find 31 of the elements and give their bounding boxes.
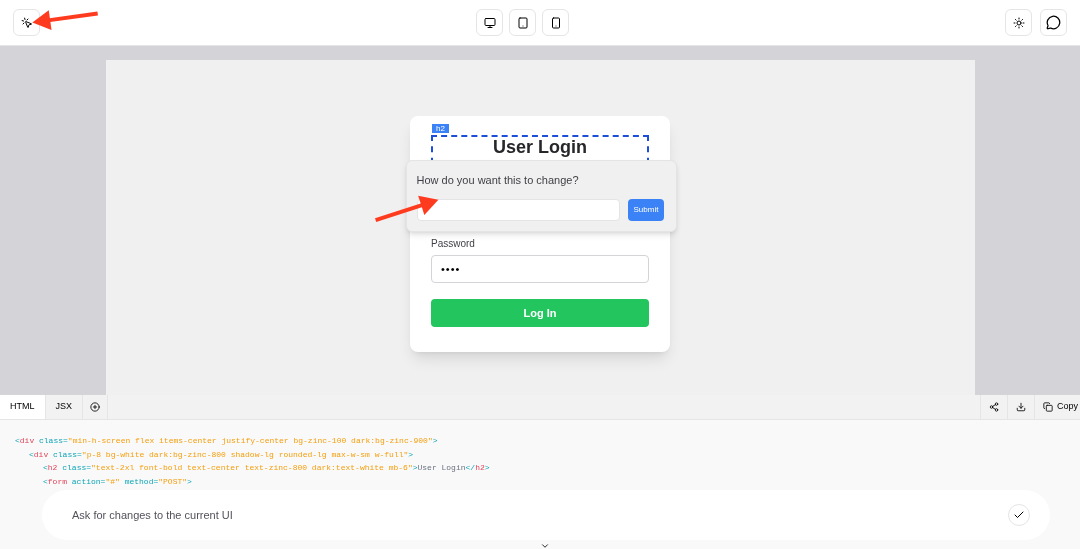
code-tab[interactable]: HTML — [0, 395, 46, 419]
password-field[interactable]: •••• — [431, 255, 649, 283]
chat-button[interactable] — [1040, 9, 1067, 36]
tablet-icon — [516, 16, 529, 29]
check-icon — [1013, 509, 1025, 521]
share-icon — [989, 402, 999, 412]
cursor-click-icon — [20, 16, 33, 29]
chat-input-field[interactable]: Ask for changes to the current UI — [42, 490, 1050, 540]
submit-button[interactable]: Submit — [627, 198, 665, 221]
element-tag-label: h2 — [432, 124, 449, 133]
add-icon — [90, 402, 100, 412]
sun-icon — [1012, 16, 1025, 29]
chat-bubble-icon — [1046, 15, 1061, 30]
code-line: <div class="min-h-screen flex items-center justify-center bg-zinc-100 dark:bg-zinc-900"> — [15, 435, 438, 447]
copy-icon — [1043, 402, 1053, 412]
code-line: <div class="p-8 bg-white dark:bg-zinc-800 shadow-lg rounded-lg max-w-sm w-full"> — [28, 448, 414, 461]
change-input-field[interactable] — [416, 198, 620, 221]
copy-button[interactable]: Copy — [1034, 395, 1080, 419]
desktop-icon — [483, 16, 496, 29]
device-button[interactable] — [542, 9, 569, 36]
chat-placeholder: Ask for changes to the current UI — [72, 507, 233, 523]
password-label: Password — [431, 237, 476, 251]
download-icon — [1016, 402, 1026, 412]
code-line: <h2 class="text-2xl font-bold text-center text-zinc-800 dark:text-white mb-6">User Login</h2> — [42, 462, 490, 474]
theme-button[interactable] — [1005, 9, 1032, 36]
chevron-down-icon — [540, 541, 550, 549]
code-line: <form action="#" method="POST"> — [42, 475, 192, 488]
phone-icon — [549, 16, 562, 29]
popover-question: How do you want this to change? — [416, 173, 580, 188]
device-button[interactable] — [476, 9, 503, 36]
heading: User Login — [493, 137, 587, 159]
